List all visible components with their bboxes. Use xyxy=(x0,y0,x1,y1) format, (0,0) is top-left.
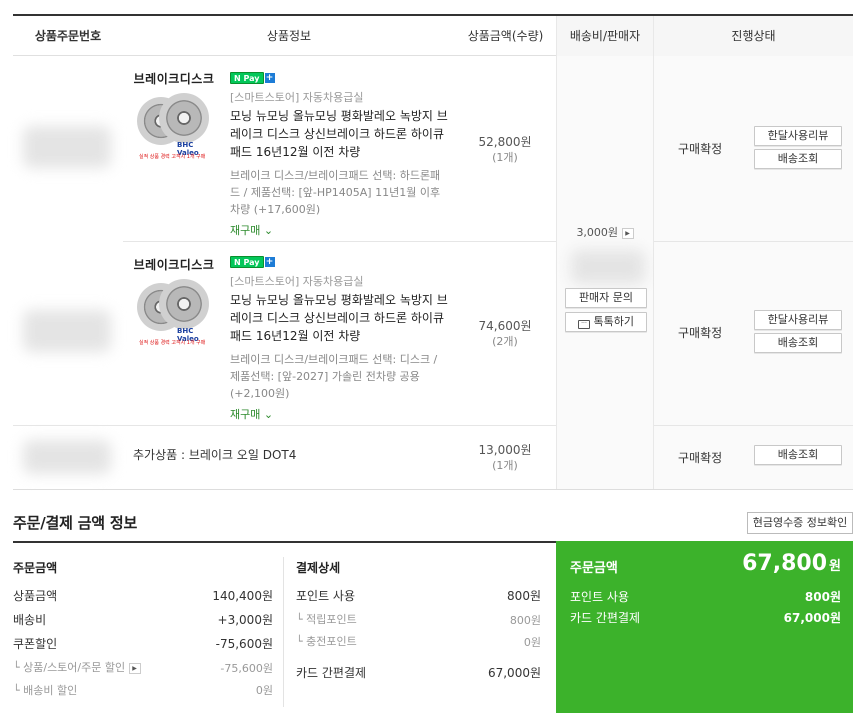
price-amount: 52,800원 xyxy=(478,135,532,149)
status-cell: 구매확정 한달사용리뷰 배송조회 xyxy=(654,242,853,425)
monthly-review-button[interactable]: 한달사용리뷰 xyxy=(754,310,842,330)
point-use-label: 포인트 사용 xyxy=(296,589,356,603)
shipping-discount-label: └ 배송비 할인 xyxy=(13,684,78,697)
disc-shape xyxy=(159,93,209,143)
order-number-blurred xyxy=(23,440,111,474)
status-cell: 구매확정 한달사용리뷰 배송조회 xyxy=(654,56,853,241)
header-ship-seller: 배송비/판매자 xyxy=(556,16,654,56)
thumbnail-caption: 실적 상품 경력 고객시 1개 구매 xyxy=(139,154,206,160)
status-cell: 구매확정 배송조회 xyxy=(654,426,853,489)
order-number-blurred xyxy=(23,126,111,168)
order-number-blurred xyxy=(23,310,111,352)
cash-receipt-button[interactable]: 현금영수증 정보확인 xyxy=(747,512,853,534)
earned-point-value: 800원 xyxy=(509,614,541,627)
track-delivery-button[interactable]: 배송조회 xyxy=(754,333,842,353)
price-cell: 74,600원 (2개) xyxy=(455,318,555,350)
charged-point-value: 0원 xyxy=(523,636,541,649)
product-thumbnail[interactable]: 브레이크디스크 BHC Valeo 실적 상품 경력 고객시 1개 구매 xyxy=(133,70,215,163)
track-delivery-button[interactable]: 배송조회 xyxy=(754,149,842,169)
extra-product-label: 추가상품 : 브레이크 오일 DOT4 xyxy=(133,448,297,462)
product-name[interactable]: 모닝 뉴모닝 올뉴모닝 평화발레오 녹방지 브레이크 디스크 상신브레이크 하드… xyxy=(230,291,450,345)
header-product-info: 상품정보 xyxy=(266,29,312,43)
coupon-discount-label: 쿠폰할인 xyxy=(13,637,58,651)
summary-card-value: 67,000원 xyxy=(783,611,841,625)
charged-point-label: └ 충전포인트 xyxy=(296,635,357,648)
order-row: 브레이크디스크 BHC Valeo 실적 상품 경력 고객시 1개 구매 N P… xyxy=(13,242,853,425)
price-qty: (1개) xyxy=(492,151,518,164)
payment-summary: 주문금액 상품금액 140,400원 배송비 +3,000원 쿠폰할인 -75,… xyxy=(13,541,853,713)
table-header: 상품주문번호 상품정보 상품금액(수량) 배송비/판매자 진행상태 xyxy=(13,16,853,56)
summary-point-label: 포인트 사용 xyxy=(570,590,630,604)
table-bottom-border xyxy=(13,489,853,490)
npay-badge: N Pay + xyxy=(230,254,450,268)
header-status: 진행상태 xyxy=(654,16,853,56)
order-amount-heading: 주문금액 xyxy=(13,561,58,575)
order-row: 브레이크디스크 BHC Valeo 실적 상품 경력 고객시 1개 구매 N P… xyxy=(13,56,853,241)
monthly-review-button[interactable]: 한달사용리뷰 xyxy=(754,126,842,146)
product-options: 브레이크 디스크/브레이크패드 선택: 디스크 / 제품선택: [앞-2027]… xyxy=(230,353,438,400)
point-use-value: 800원 xyxy=(507,589,541,603)
header-order-no: 상품주문번호 xyxy=(34,29,102,43)
product-info: N Pay + [스마트스토어] 자동차용급실 모닝 뉴모닝 올뉴모닝 평화발레오… xyxy=(230,254,450,422)
earned-point-label: └ 적립포인트 xyxy=(296,613,357,626)
shipping-fee-value: +3,000원 xyxy=(217,613,273,627)
thumbnail-title: 브레이크디스크 xyxy=(133,258,215,272)
price-amount: 13,000원 xyxy=(478,443,532,457)
status-text: 구매확정 xyxy=(678,326,723,340)
product-amount-label: 상품금액 xyxy=(13,589,58,603)
store-discount-value: -75,600원 xyxy=(220,662,273,675)
reorder-link[interactable]: 재구매 ⌄ xyxy=(230,222,450,238)
npay-plus-icon: + xyxy=(264,257,275,267)
store-name[interactable]: [스마트스토어] 자동차용급실 xyxy=(230,273,450,289)
shipping-seller-cell xyxy=(556,426,654,489)
brake-disc-image: BHC Valeo 실적 상품 경력 고객시 1개 구매 xyxy=(133,91,215,163)
price-qty: (2개) xyxy=(492,335,518,348)
payment-detail-section: 결제상세 포인트 사용 800원 └ 적립포인트 800원 └ 충전포인트 0원… xyxy=(296,543,541,713)
payment-detail-heading: 결제상세 xyxy=(296,561,341,575)
price-amount: 74,600원 xyxy=(478,319,532,333)
shipping-fee-label: 배송비 xyxy=(13,613,47,627)
store-name[interactable]: [스마트스토어] 자동차용급실 xyxy=(230,89,450,105)
card-payment-value: 67,000원 xyxy=(487,666,541,680)
order-amount-section: 주문금액 상품금액 140,400원 배송비 +3,000원 쿠폰할인 -75,… xyxy=(13,543,273,713)
npay-logo: N Pay xyxy=(230,72,264,84)
total-unit: 원 xyxy=(829,559,841,574)
payment-section-title: 주문/결제 금액 정보 xyxy=(13,514,138,532)
total-amount: 67,800 원 xyxy=(742,551,841,576)
disc-shape xyxy=(159,279,209,329)
extra-product-row: 추가상품 : 브레이크 오일 DOT4 13,000원 (1개) 구매확정 배송… xyxy=(13,426,853,489)
product-thumbnail[interactable]: 브레이크디스크 BHC Valeo 실적 상품 경력 고객시 1개 구매 xyxy=(133,256,215,349)
card-payment-label: 카드 간편결제 xyxy=(296,666,367,680)
product-name[interactable]: 모닝 뉴모닝 올뉴모닝 평화발레오 녹방지 브레이크 디스크 상신브레이크 하드… xyxy=(230,107,450,161)
product-options: 브레이크 디스크/브레이크패드 선택: 하드론패드 / 제품선택: [앞-HP1… xyxy=(230,169,441,216)
status-text: 구매확정 xyxy=(678,142,723,156)
shipping-discount-value: 0원 xyxy=(255,684,273,697)
total-value: 67,800 xyxy=(742,551,828,576)
discount-detail-arrow-icon[interactable]: ▶ xyxy=(128,663,141,674)
reorder-link[interactable]: 재구매 ⌄ xyxy=(230,406,450,422)
npay-plus-icon: + xyxy=(264,73,275,83)
summary-card-label: 카드 간편결제 xyxy=(570,611,641,625)
total-heading: 주문금액 xyxy=(570,561,618,576)
status-text: 구매확정 xyxy=(678,451,723,465)
order-table: 상품주문번호 상품정보 상품금액(수량) 배송비/판매자 진행상태 3,000원… xyxy=(13,14,853,490)
price-qty: (1개) xyxy=(492,459,518,472)
product-info: N Pay + [스마트스토어] 자동차용급실 모닝 뉴모닝 올뉴모닝 평화발레오… xyxy=(230,70,450,238)
section-divider xyxy=(283,557,284,707)
npay-logo: N Pay xyxy=(230,256,264,268)
npay-badge: N Pay + xyxy=(230,70,450,84)
thumbnail-caption: 실적 상품 경력 고객시 1개 구매 xyxy=(139,340,206,346)
header-price-qty: 상품금액(수량) xyxy=(467,29,544,43)
thumbnail-title: 브레이크디스크 xyxy=(133,72,215,86)
product-amount-value: 140,400원 xyxy=(212,589,273,603)
total-summary-panel: 주문금액 67,800 원 포인트 사용 800원 카드 간편결제 67,000원 xyxy=(556,541,853,713)
store-discount-item: └ 상품/스토어/주문 할인 ▶ xyxy=(13,659,141,675)
coupon-discount-value: -75,600원 xyxy=(215,637,273,651)
summary-point-value: 800원 xyxy=(804,590,841,604)
store-discount-label: └ 상품/스토어/주문 할인 xyxy=(13,661,126,674)
price-cell: 52,800원 (1개) xyxy=(455,134,555,166)
track-delivery-button[interactable]: 배송조회 xyxy=(754,445,842,465)
brake-disc-image: BHC Valeo 실적 상품 경력 고객시 1개 구매 xyxy=(133,277,215,349)
price-cell: 13,000원 (1개) xyxy=(455,442,555,474)
